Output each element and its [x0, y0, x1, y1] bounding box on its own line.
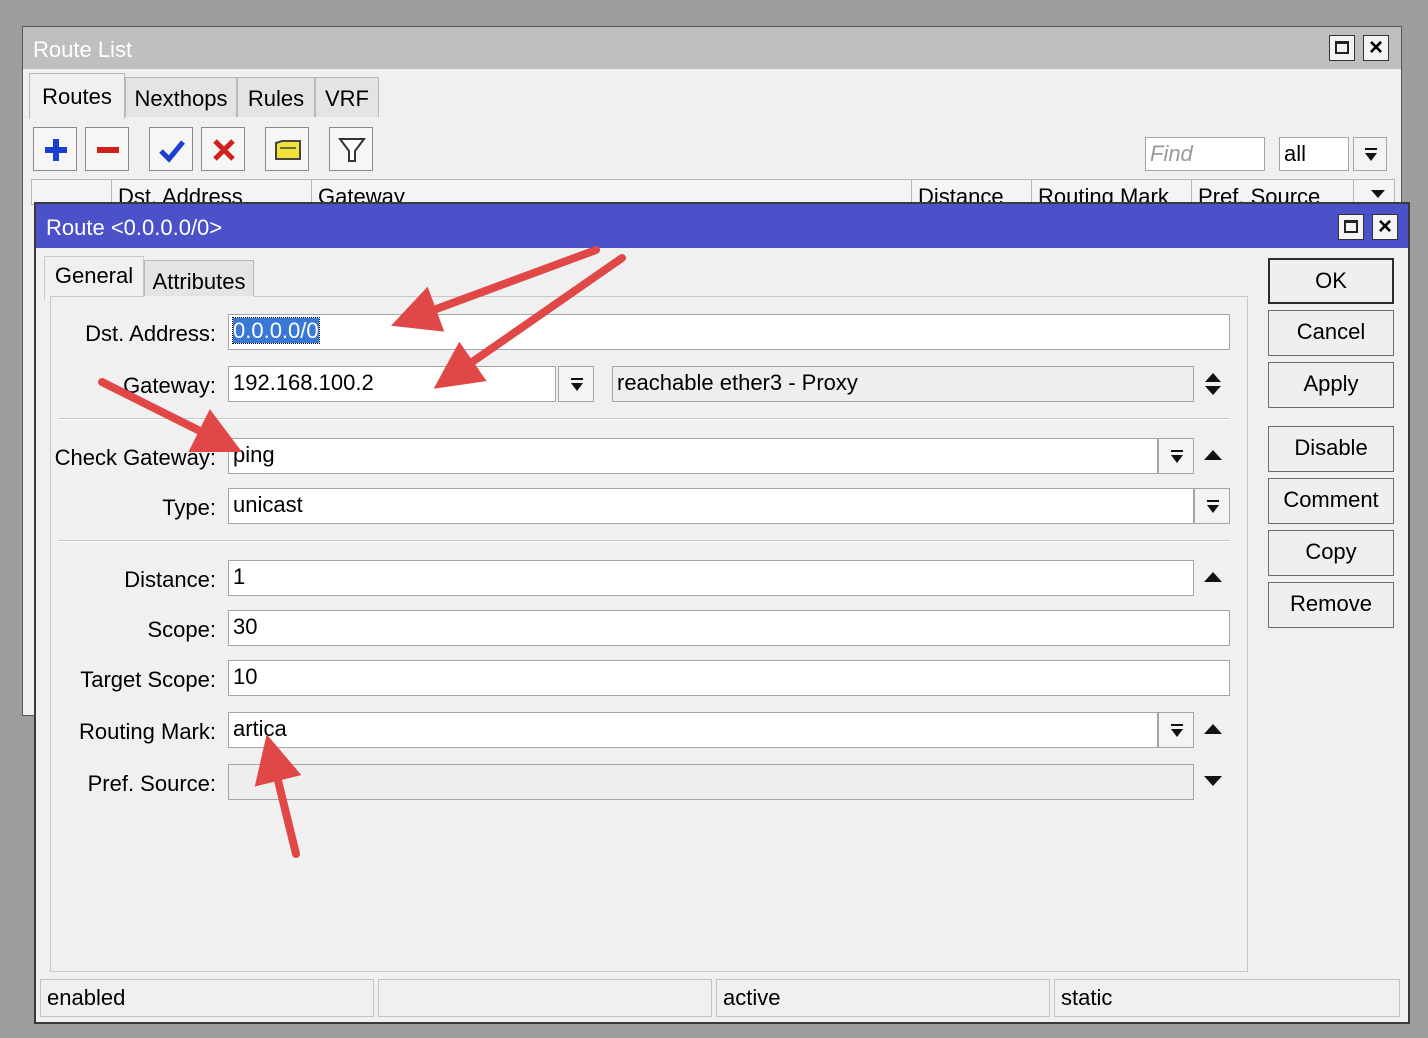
disable-button[interactable]: Disable — [1268, 426, 1394, 472]
filter-icon — [338, 138, 366, 162]
ok-button[interactable]: OK — [1268, 258, 1394, 304]
triangle-down-icon — [1204, 776, 1222, 786]
comment-button[interactable] — [265, 127, 309, 171]
enable-button[interactable] — [149, 127, 193, 171]
check-gateway-label: Check Gateway: — [54, 445, 216, 470]
up-down-arrows-icon — [1205, 373, 1221, 395]
plus-icon — [45, 139, 67, 161]
routing-mark-label: Routing Mark: — [79, 719, 216, 744]
dst-address-label: Dst. Address: — [85, 321, 216, 346]
routing-mark-field[interactable]: artica — [228, 712, 1158, 748]
column-header-dst-address[interactable]: Dst. Address — [112, 180, 312, 204]
maximize-icon — [1344, 220, 1358, 233]
dropdown-icon — [571, 378, 583, 391]
type-dropdown-button[interactable] — [1194, 488, 1230, 524]
add-button[interactable] — [33, 127, 77, 171]
route-dialog: Route <0.0.0.0/0> × General Attributes D… — [34, 202, 1410, 1024]
apply-button[interactable]: Apply — [1268, 362, 1394, 408]
chevron-down-icon — [1371, 190, 1385, 198]
triangle-up-icon — [1204, 450, 1222, 460]
routing-mark-dropdown-button[interactable] — [1158, 712, 1194, 748]
status-enabled: enabled — [40, 979, 374, 1017]
target-scope-label: Target Scope: — [80, 667, 216, 692]
dropdown-icon — [1365, 148, 1377, 161]
close-icon: × — [1377, 213, 1392, 240]
maximize-icon — [1335, 41, 1349, 54]
dialog-title: Route <0.0.0.0/0> — [46, 215, 223, 240]
window-title: Route List — [33, 37, 133, 62]
check-gateway-collapse-button[interactable] — [1198, 438, 1228, 474]
distance-collapse-button[interactable] — [1198, 560, 1228, 596]
dialog-close-button[interactable]: × — [1372, 213, 1398, 240]
gateway-field[interactable]: 192.168.100.2 — [228, 366, 556, 402]
tab-panel-edge — [50, 296, 144, 297]
gateway-dropdown-button[interactable] — [558, 366, 594, 402]
tab-nexthops[interactable]: Nexthops — [125, 77, 237, 117]
dst-address-value: 0.0.0.0/0 — [232, 317, 320, 344]
dst-address-field[interactable]: 0.0.0.0/0 — [228, 314, 1230, 350]
gateway-label: Gateway: — [123, 373, 216, 398]
dialog-maximize-button[interactable] — [1338, 214, 1364, 240]
distance-label: Distance: — [124, 567, 216, 592]
distance-field[interactable]: 1 — [228, 560, 1194, 596]
comment-button[interactable]: Comment — [1268, 478, 1394, 524]
column-header-gateway[interactable]: Gateway — [312, 180, 912, 204]
dropdown-icon — [1171, 724, 1183, 737]
dialog-titlebar[interactable]: Route <0.0.0.0/0> × — [36, 204, 1408, 248]
close-icon: × — [1368, 34, 1383, 61]
minus-icon — [97, 147, 119, 153]
routing-mark-collapse-button[interactable] — [1198, 712, 1228, 748]
tab-vrf[interactable]: VRF — [315, 77, 379, 117]
gateway-add-remove-button[interactable] — [1198, 366, 1228, 402]
dropdown-icon — [1171, 450, 1183, 463]
tab-routes[interactable]: Routes — [29, 73, 125, 119]
scope-field[interactable]: 30 — [228, 610, 1230, 646]
remove-button[interactable] — [85, 127, 129, 171]
maximize-button[interactable] — [1329, 35, 1355, 61]
find-input[interactable]: Find — [1145, 137, 1265, 171]
route-list-titlebar[interactable]: Route List × — [23, 27, 1401, 69]
column-header-distance[interactable]: Distance — [912, 180, 1032, 204]
close-button[interactable]: × — [1363, 34, 1389, 61]
column-header-flags[interactable] — [32, 180, 112, 204]
pref-source-field[interactable] — [228, 764, 1194, 800]
x-icon — [213, 139, 235, 161]
note-icon — [275, 140, 301, 160]
dropdown-icon — [1207, 500, 1219, 513]
type-label: Type: — [162, 495, 216, 520]
pref-source-label: Pref. Source: — [87, 771, 216, 796]
target-scope-field[interactable]: 10 — [228, 660, 1230, 696]
filter-button[interactable] — [329, 127, 373, 171]
tab-panel-edge — [254, 296, 1248, 297]
type-field[interactable]: unicast — [228, 488, 1194, 524]
pref-source-expand-button[interactable] — [1198, 764, 1228, 800]
check-gateway-dropdown-button[interactable] — [1158, 438, 1194, 474]
status-static: static — [1054, 979, 1400, 1017]
column-header-pref-source[interactable]: Pref. Source — [1192, 180, 1354, 204]
section-divider — [58, 418, 1230, 420]
filter-dropdown-button[interactable] — [1353, 137, 1387, 171]
copy-button[interactable]: Copy — [1268, 530, 1394, 576]
tab-rules[interactable]: Rules — [237, 77, 315, 117]
column-header-routing-mark[interactable]: Routing Mark — [1032, 180, 1192, 204]
check-gateway-field[interactable]: ping — [228, 438, 1158, 474]
remove-button[interactable]: Remove — [1268, 582, 1394, 628]
scope-label: Scope: — [147, 617, 217, 642]
tab-attributes[interactable]: Attributes — [144, 260, 254, 298]
status-active: active — [716, 979, 1050, 1017]
cancel-button[interactable]: Cancel — [1268, 310, 1394, 356]
disable-button[interactable] — [201, 127, 245, 171]
filter-select[interactable]: all — [1279, 137, 1349, 171]
triangle-up-icon — [1204, 572, 1222, 582]
status-empty — [378, 979, 712, 1017]
gateway-status-field: reachable ether3 - Proxy — [612, 366, 1194, 402]
checkmark-icon — [159, 140, 185, 163]
tab-general[interactable]: General — [44, 256, 144, 300]
triangle-up-icon — [1204, 724, 1222, 734]
columns-menu-button[interactable] — [1362, 180, 1394, 204]
section-divider — [58, 540, 1230, 542]
